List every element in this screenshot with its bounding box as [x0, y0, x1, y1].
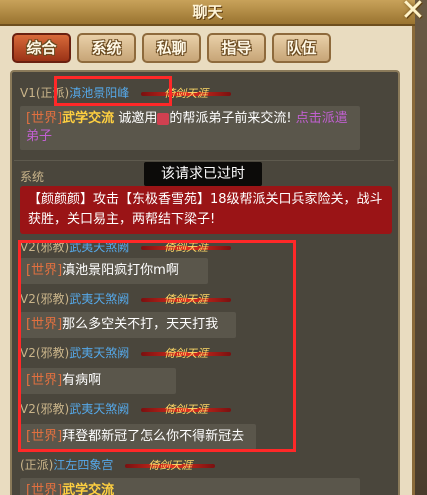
sender-name[interactable]: 武夷天煞阙: [69, 346, 129, 360]
vip-level: V1: [20, 86, 36, 100]
tab-team[interactable]: 队伍: [272, 33, 331, 63]
sender-name[interactable]: 武夷天煞阙: [69, 240, 129, 254]
tab-system[interactable]: 系统: [77, 33, 136, 63]
chat-log[interactable]: V1(正派)滇池景阳峰 倚剑天涯 [世界]武学交流 诚邀用 的帮派弟子前来交流! …: [10, 70, 400, 495]
system-label: 系统: [20, 170, 45, 184]
item-icon: [157, 112, 170, 125]
tab-private[interactable]: 私聊: [142, 33, 201, 63]
sender-name[interactable]: 江左四象宫: [53, 458, 113, 472]
title-ornament-icon: 倚剑天涯: [141, 402, 232, 418]
tab-guide[interactable]: 指导: [207, 33, 266, 63]
message-bubble: [世界]滇池景阳疯打你m啊: [20, 258, 208, 284]
title-ornament-icon: 倚剑天涯: [125, 458, 216, 474]
close-icon[interactable]: ✕: [395, 0, 427, 30]
panel-header: 聊天: [0, 0, 415, 26]
scene-edge: [415, 0, 427, 495]
faction-label: (正派): [35, 86, 70, 100]
message-meta: V2(邪教)武夷天煞阙 倚剑天涯: [20, 238, 232, 256]
title-ornament-icon: 倚剑天涯: [141, 86, 232, 102]
message-meta: V2(邪教)武夷天煞阙 倚剑天涯: [20, 400, 232, 418]
highlight-text: 武学交流: [62, 111, 115, 126]
tab-bar: 综合 系统 私聊 指导 队伍: [12, 33, 331, 63]
channel-tag: [世界]: [26, 111, 63, 126]
message-bubble: [世界]有病啊: [20, 368, 176, 394]
sender-name[interactable]: 滇池景阳峰: [69, 86, 129, 100]
panel-title: 聊天: [192, 3, 223, 21]
system-message: 【颜颜颜】攻击【东极香雪苑】18级帮派关口兵家险关，战斗获胜，关口易主，两帮结下…: [20, 186, 392, 234]
sender-name[interactable]: 武夷天煞阙: [69, 402, 129, 416]
message-meta: V1(正派)滇池景阳峰 倚剑天涯: [20, 84, 232, 102]
title-ornament-icon: 倚剑天涯: [141, 240, 232, 256]
message-bubble: [世界]拜登都新冠了怎么你不得新冠去: [20, 424, 256, 450]
sender-name[interactable]: 武夷天煞阙: [69, 292, 129, 306]
message-bubble: [世界]那么多空关不打，天天打我: [20, 312, 236, 338]
message-meta: (正派)江左四象宫 倚剑天涯: [20, 456, 216, 474]
message-meta: V2(邪教)武夷天煞阙 倚剑天涯: [20, 344, 232, 362]
message-meta: V2(邪教)武夷天煞阙 倚剑天涯: [20, 290, 232, 308]
message-bubble: [世界]武学交流 诚邀用 的帮派弟子前来交流! 点击派遣弟子: [20, 106, 360, 150]
title-ornament-icon: 倚剑天涯: [141, 292, 232, 308]
divider: [14, 160, 394, 161]
tab-general[interactable]: 综合: [12, 33, 71, 63]
message-bubble: [世界]武学交流: [20, 478, 360, 495]
title-ornament-icon: 倚剑天涯: [141, 346, 232, 362]
expired-request-tooltip: 该请求已过时: [144, 162, 262, 186]
chat-panel: 聊天 综合 系统 私聊 指导 队伍 V1(正派)滇池景阳峰 倚剑天涯 [世界]武…: [0, 0, 415, 495]
